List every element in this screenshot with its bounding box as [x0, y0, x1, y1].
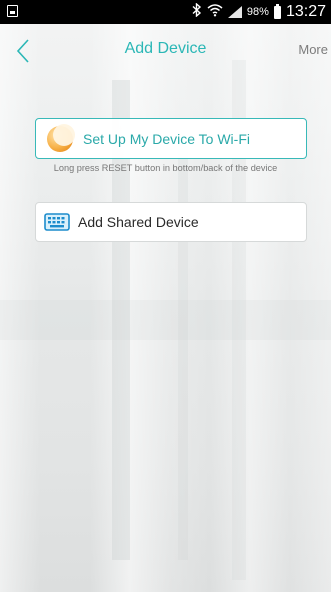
- battery-percent: 98%: [246, 6, 269, 18]
- status-bar: 98% 13:27: [0, 0, 331, 24]
- battery-icon: [273, 3, 281, 19]
- gallery-notification-icon: [7, 5, 18, 17]
- keyboard-icon: [44, 213, 70, 231]
- clock: 13:27: [285, 3, 326, 20]
- orange-crescent-icon: [47, 123, 75, 152]
- bluetooth-icon: [192, 0, 202, 24]
- add-shared-device-button[interactable]: Add Shared Device: [35, 202, 307, 242]
- setup-wifi-label: Set Up My Device To Wi-Fi: [83, 130, 250, 147]
- setup-wifi-button[interactable]: Set Up My Device To Wi-Fi: [35, 118, 307, 159]
- page-title: Add Device: [124, 40, 207, 57]
- cell-signal-icon: [227, 6, 242, 18]
- status-bar-right: 98% 13:27: [192, 0, 326, 24]
- add-shared-device-label: Add Shared Device: [78, 214, 199, 230]
- nav-bar: Add Device More: [0, 24, 331, 78]
- wifi-icon: [207, 0, 223, 24]
- reset-hint: Long press RESET button in bottom/back o…: [53, 163, 278, 173]
- blurred-background: [0, 0, 331, 592]
- more-button[interactable]: More: [298, 42, 328, 57]
